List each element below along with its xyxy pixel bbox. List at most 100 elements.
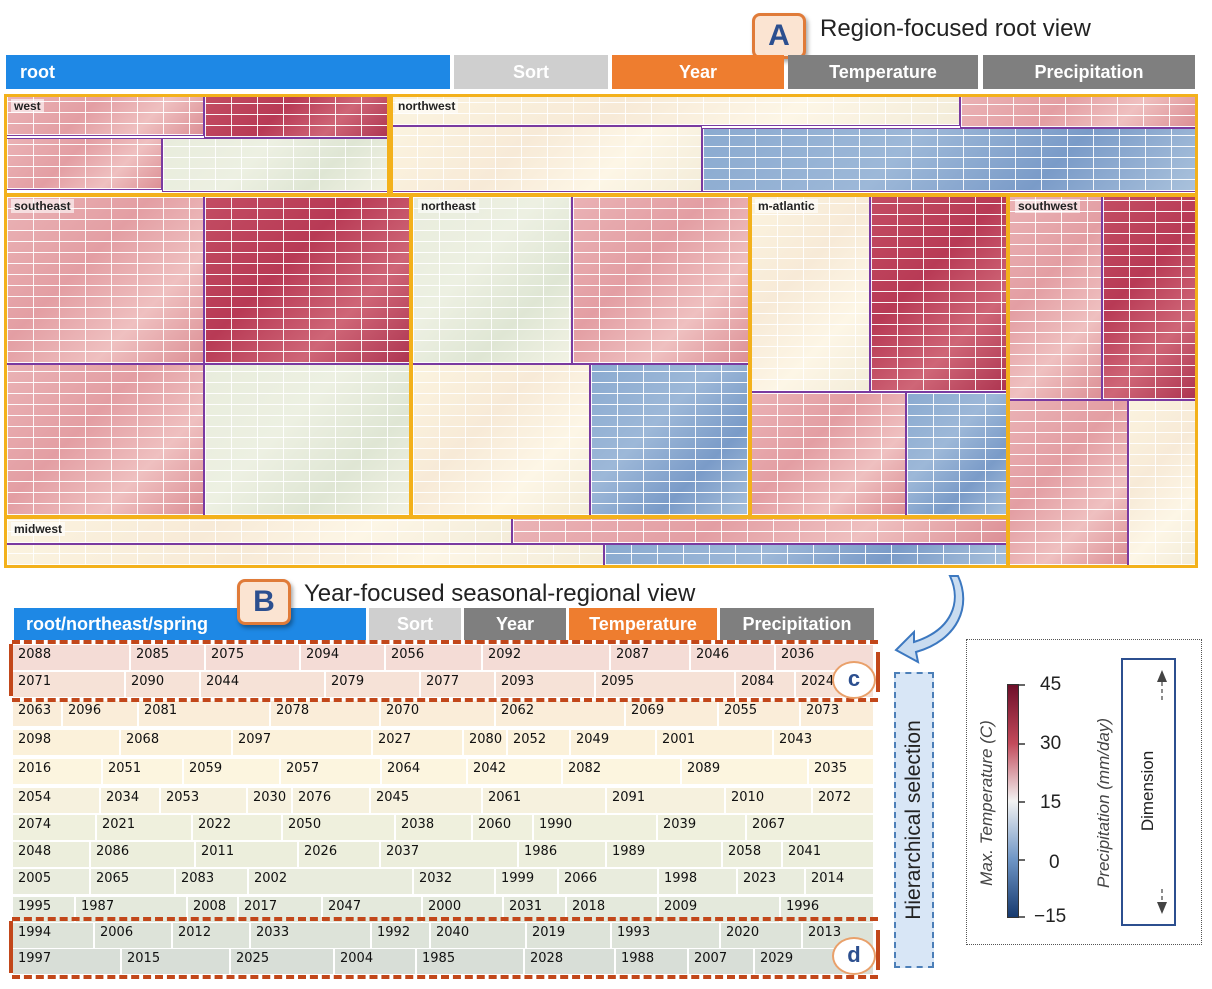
sort-button[interactable]: Sort [454,55,608,89]
year-cell[interactable]: 1997 [12,948,121,975]
year-cell[interactable]: 2065 [90,868,175,895]
year-cell[interactable]: 2023 [737,868,805,895]
year-cell[interactable]: 2025 [230,948,334,975]
year-cell[interactable]: 2002 [248,868,413,895]
year-cell[interactable]: 2087 [610,644,690,671]
year-cell[interactable]: 1994 [12,922,94,949]
year-cell[interactable]: 2091 [606,787,725,814]
region-outline[interactable] [4,516,1010,568]
year-cell[interactable]: 2050 [282,814,395,841]
year-cell[interactable]: 2043 [773,729,874,756]
year-button-b[interactable]: Year [464,608,566,640]
year-button[interactable]: Year [612,55,784,89]
region-label-northeast[interactable]: northeast [418,199,479,213]
year-cell[interactable]: 2012 [172,922,250,949]
year-cell[interactable]: 2090 [125,671,200,698]
year-cell[interactable]: 1998 [658,868,737,895]
precipitation-button-b[interactable]: Precipitation [720,608,874,640]
year-cell[interactable]: 2073 [800,700,874,727]
year-cell[interactable]: 2081 [138,700,270,727]
year-cell[interactable]: 2034 [100,787,160,814]
region-label-west[interactable]: west [11,99,44,113]
year-cell[interactable]: 2015 [121,948,230,975]
region-outline[interactable] [4,94,390,196]
year-cell[interactable]: 2039 [657,814,746,841]
year-cell[interactable]: 2027 [372,729,463,756]
region-label-northwest[interactable]: northwest [395,99,459,113]
year-cell[interactable]: 1988 [615,948,688,975]
year-cell[interactable]: 2082 [562,758,681,785]
year-cell[interactable]: 2037 [380,841,518,868]
year-cell[interactable]: 2085 [130,644,205,671]
region-outline[interactable] [1006,194,1198,568]
year-cell[interactable]: 2041 [782,841,874,868]
year-cell[interactable]: 2094 [300,644,385,671]
year-cell[interactable]: 2022 [192,814,282,841]
year-cell[interactable]: 2067 [746,814,874,841]
region-outline[interactable] [4,194,412,518]
year-cell[interactable]: 2032 [413,868,495,895]
year-cell[interactable]: 2062 [495,700,625,727]
year-cell[interactable]: 2052 [507,729,570,756]
year-cell[interactable]: 2068 [120,729,232,756]
year-cell[interactable]: 2069 [625,700,718,727]
year-cell[interactable]: 2046 [690,644,775,671]
year-cell[interactable]: 2048 [12,841,90,868]
year-cell[interactable]: 1999 [495,868,558,895]
year-cell[interactable]: 1989 [606,841,722,868]
year-cell[interactable]: 2089 [681,758,808,785]
year-cell[interactable]: 2016 [12,758,102,785]
year-cell[interactable]: 2060 [472,814,533,841]
year-cell[interactable]: 2026 [298,841,380,868]
year-cell[interactable]: 2079 [325,671,420,698]
region-label-midwest[interactable]: midwest [11,522,66,536]
year-cell[interactable]: 2056 [385,644,482,671]
root-breadcrumb-button[interactable]: root [6,55,450,89]
year-cell[interactable]: 2086 [90,841,195,868]
region-label-southeast[interactable]: southeast [11,199,74,213]
region-outline[interactable] [748,194,1010,518]
year-cell[interactable]: 2070 [380,700,495,727]
year-cell[interactable]: 2075 [205,644,300,671]
year-cell[interactable]: 2011 [195,841,298,868]
year-cell[interactable]: 2033 [250,922,371,949]
year-cell[interactable]: 2045 [370,787,482,814]
year-cell[interactable]: 1985 [416,948,524,975]
year-cell[interactable]: 2076 [292,787,370,814]
year-cell[interactable]: 2071 [12,671,125,698]
year-cell[interactable]: 1986 [518,841,606,868]
year-cell[interactable]: 2035 [808,758,874,785]
year-cell[interactable]: 2057 [280,758,381,785]
region-outline[interactable] [390,94,1198,196]
year-cell[interactable]: 2006 [94,922,172,949]
year-cell[interactable]: 2083 [175,868,248,895]
year-cell[interactable]: 2038 [395,814,472,841]
precipitation-button[interactable]: Precipitation [983,55,1195,89]
year-cell[interactable]: 2010 [725,787,812,814]
year-cell[interactable]: 2059 [183,758,280,785]
year-cell[interactable]: 2064 [381,758,467,785]
year-cell[interactable]: 2055 [718,700,800,727]
year-cell[interactable]: 2020 [720,922,802,949]
year-cell[interactable]: 2054 [12,787,100,814]
year-cell[interactable]: 2014 [805,868,874,895]
year-cell[interactable]: 2007 [688,948,754,975]
year-cell[interactable]: 2066 [558,868,658,895]
year-cell[interactable]: 2058 [722,841,782,868]
region-label-southwest[interactable]: southwest [1015,199,1081,213]
year-cell[interactable]: 2063 [12,700,62,727]
year-cell[interactable]: 2021 [96,814,192,841]
year-cell[interactable]: 2074 [12,814,96,841]
year-cell[interactable]: 2095 [595,671,735,698]
year-cell[interactable]: 2001 [656,729,773,756]
year-cell[interactable]: 2092 [482,644,610,671]
year-cell[interactable]: 2061 [482,787,606,814]
year-cell[interactable]: 2040 [430,922,526,949]
year-cell[interactable]: 2019 [526,922,611,949]
temperature-button-b[interactable]: Temperature [569,608,717,640]
region-outline[interactable] [410,194,752,518]
year-cell[interactable]: 2088 [12,644,130,671]
year-cell[interactable]: 1990 [533,814,657,841]
year-cell[interactable]: 2072 [812,787,874,814]
year-cell[interactable]: 2049 [570,729,656,756]
